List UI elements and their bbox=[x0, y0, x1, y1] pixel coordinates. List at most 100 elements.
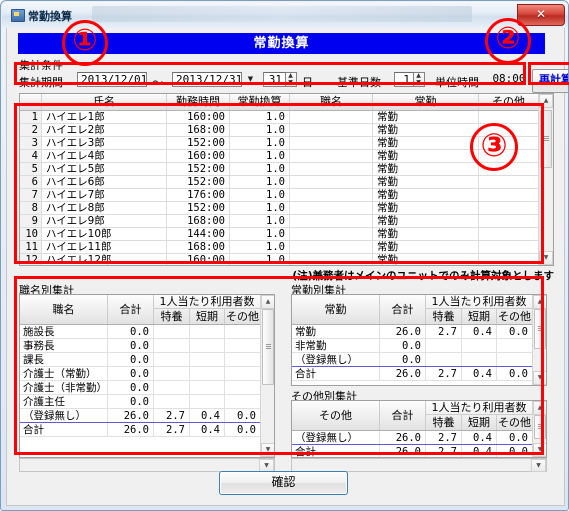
table-cell-regular: 常勤 bbox=[373, 241, 479, 253]
title-bar-glass bbox=[92, 6, 472, 22]
table-row[interactable]: 6 ハイエレ6郎 152:00 1.0 常勤 bbox=[20, 176, 539, 189]
summary-row[interactable]: （登録無し） 26.0 2.7 0.4 0.0 bbox=[20, 409, 261, 423]
column-header-index[interactable] bbox=[20, 94, 42, 110]
table-row[interactable]: 5 ハイエレ5郎 152:00 1.0 常勤 bbox=[20, 163, 539, 176]
scroll-down-icon[interactable]: ▼ bbox=[539, 251, 553, 265]
column-header-name[interactable]: 氏名 bbox=[42, 94, 167, 110]
scrollbar-thumb[interactable] bbox=[540, 110, 552, 168]
summary-other-scrollbar[interactable]: ▲ ▼ bbox=[532, 401, 546, 457]
table-cell-hours: 160:00 bbox=[167, 111, 230, 123]
scroll-down-icon[interactable]: ▼ bbox=[261, 443, 274, 457]
summary-other-header: その他 合計 1人当たり利用者数 特養 短期 その他 bbox=[292, 401, 546, 431]
column-header-other[interactable]: その他 bbox=[479, 94, 539, 110]
summary-post-scrollbar[interactable]: ▲ ▼ bbox=[260, 295, 274, 457]
scrollbar-thumb[interactable] bbox=[262, 309, 274, 385]
table-cell-no: 3 bbox=[20, 137, 42, 149]
summary-cell-a bbox=[154, 353, 190, 366]
summary-row[interactable]: 非常勤 0.0 bbox=[292, 339, 533, 353]
summary-row[interactable]: 介護士（常勤） 0.0 bbox=[20, 367, 261, 381]
summary-row[interactable]: 介護主任 0.0 bbox=[20, 395, 261, 409]
summary-row[interactable]: 事務長 0.0 bbox=[20, 339, 261, 353]
scroll-up-icon[interactable]: ▲ bbox=[533, 295, 546, 309]
scrollbar-thumb[interactable] bbox=[534, 309, 546, 349]
conditions-toolbar: 集計期間 2013/12/01 〜 2013/12/31 ▼ 31 ▲ ▼ 日 … bbox=[19, 70, 531, 91]
scroll-up-icon[interactable]: ▲ bbox=[533, 401, 546, 415]
summary-cell-a bbox=[426, 353, 462, 366]
summary-other-hscroll[interactable]: ▼ bbox=[291, 458, 547, 472]
summary-total-row[interactable]: 合計 26.0 2.7 0.4 0.0 bbox=[292, 445, 533, 457]
table-row[interactable]: 3 ハイエレ3郎 152:00 1.0 常勤 bbox=[20, 137, 539, 150]
table-cell-regular: 常勤 bbox=[373, 189, 479, 201]
column-header-fte[interactable]: 常勤換算 bbox=[230, 94, 290, 110]
confirm-button[interactable]: 確認 bbox=[219, 471, 348, 495]
column-header-regular[interactable]: 常勤 bbox=[373, 94, 479, 110]
unit-time-input[interactable]: 08:00 bbox=[487, 72, 531, 87]
table-row[interactable]: 11 ハイエレ11郎 168:00 1.0 常勤 bbox=[20, 241, 539, 254]
summary-row[interactable]: 施設長 0.0 bbox=[20, 325, 261, 339]
summary-row[interactable]: （登録無し） 0.0 bbox=[292, 353, 533, 367]
summary-post-hscroll[interactable]: ▼ bbox=[19, 458, 275, 472]
table-cell-no: 7 bbox=[20, 189, 42, 201]
table-row[interactable]: 2 ハイエレ2郎 168:00 1.0 常勤 bbox=[20, 124, 539, 137]
scrollbar-thumb[interactable] bbox=[534, 415, 546, 439]
summary-cell-b bbox=[462, 339, 497, 352]
summary-cell-b: 0.4 bbox=[462, 367, 497, 380]
days-unit-label: 日 bbox=[302, 76, 313, 89]
close-icon[interactable]: ✕ bbox=[517, 4, 565, 26]
days-input[interactable]: 31 bbox=[263, 72, 286, 87]
staff-table-scrollbar[interactable]: ▲ ▼ bbox=[538, 94, 553, 265]
base-days-stepper[interactable]: ▲ ▼ bbox=[414, 72, 425, 87]
scroll-down-icon[interactable]: ▼ bbox=[533, 443, 546, 457]
summary-row[interactable]: 課長 0.0 bbox=[20, 353, 261, 367]
summary-cell-total: 26.0 bbox=[380, 445, 426, 457]
summary-row[interactable]: 介護士（非常勤） 0.0 bbox=[20, 381, 261, 395]
table-row[interactable]: 1 ハイエレ1郎 160:00 1.0 常勤 bbox=[20, 111, 539, 124]
date-from-input[interactable]: 2013/12/01 bbox=[77, 72, 147, 87]
table-cell-no: 4 bbox=[20, 150, 42, 162]
table-cell-no: 2 bbox=[20, 124, 42, 136]
base-days-stepper-down-icon[interactable]: ▼ bbox=[414, 80, 423, 86]
summary-total-row[interactable]: 合計 26.0 2.7 0.4 0.0 bbox=[292, 367, 533, 381]
table-row[interactable]: 10 ハイエレ10郎 144:00 1.0 常勤 bbox=[20, 228, 539, 241]
table-row[interactable]: 8 ハイエレ8郎 152:00 1.0 常勤 bbox=[20, 202, 539, 215]
summary-post-body: 施設長 0.0 事務長 0.0 課長 0.0 介護士（常勤） 0.0 介護士（非常勤） 0.0 介護… bbox=[20, 325, 261, 437]
summary-row[interactable]: （登録無し） 26.0 2.7 0.4 0.0 bbox=[292, 431, 533, 445]
scroll-up-icon[interactable]: ▲ bbox=[539, 94, 553, 108]
recalculate-button[interactable]: 再計算 bbox=[532, 69, 568, 93]
summary-cell-key: 介護主任 bbox=[20, 395, 108, 408]
table-cell-hours: 160:00 bbox=[167, 254, 230, 265]
base-days-input[interactable]: 1 bbox=[394, 72, 414, 87]
days-stepper-down-icon[interactable]: ▼ bbox=[286, 80, 295, 86]
summary-cell-key: 介護士（常勤） bbox=[20, 367, 108, 380]
table-cell-no: 5 bbox=[20, 163, 42, 175]
summary-regular-scrollbar[interactable]: ▲ ▼ bbox=[532, 295, 546, 385]
summary-cell-key: 課長 bbox=[20, 353, 108, 366]
table-cell-hours: 168:00 bbox=[167, 241, 230, 253]
summary-regular-subcol-3: その他 bbox=[498, 309, 533, 324]
summary-cell-c bbox=[225, 353, 261, 366]
scroll-down-icon[interactable]: ▼ bbox=[531, 459, 546, 472]
table-cell-post bbox=[290, 241, 373, 253]
date-to-input[interactable]: 2013/12/31 bbox=[172, 72, 242, 87]
table-cell-no: 9 bbox=[20, 215, 42, 227]
column-header-post[interactable]: 職名 bbox=[290, 94, 373, 110]
summary-cell-total: 0.0 bbox=[108, 339, 154, 352]
table-row[interactable]: 7 ハイエレ7郎 176:00 1.0 常勤 bbox=[20, 189, 539, 202]
table-cell-other bbox=[479, 176, 539, 188]
table-cell-post bbox=[290, 111, 373, 123]
summary-row[interactable]: 常勤 26.0 2.7 0.4 0.0 bbox=[292, 325, 533, 339]
summary-other-subcol-1: 特養 bbox=[426, 415, 462, 430]
table-row[interactable]: 9 ハイエレ9郎 168:00 1.0 常勤 bbox=[20, 215, 539, 228]
column-header-hours[interactable]: 勤務時間 bbox=[167, 94, 230, 110]
summary-cell-c: 0.0 bbox=[497, 445, 533, 457]
table-cell-other bbox=[479, 163, 539, 175]
table-row[interactable]: 12 ハイエレ12郎 160:00 1.0 常勤 bbox=[20, 254, 539, 265]
scroll-up-icon[interactable]: ▲ bbox=[261, 295, 274, 309]
days-stepper[interactable]: ▲ ▼ bbox=[286, 72, 297, 87]
chevron-down-icon[interactable]: ▼ bbox=[244, 73, 257, 86]
scroll-down-icon[interactable]: ▼ bbox=[533, 371, 546, 385]
summary-total-row[interactable]: 合計 26.0 2.7 0.4 0.0 bbox=[20, 423, 261, 437]
table-row[interactable]: 4 ハイエレ4郎 160:00 1.0 常勤 bbox=[20, 150, 539, 163]
table-cell-regular: 常勤 bbox=[373, 137, 479, 149]
table-cell-regular: 常勤 bbox=[373, 111, 479, 123]
